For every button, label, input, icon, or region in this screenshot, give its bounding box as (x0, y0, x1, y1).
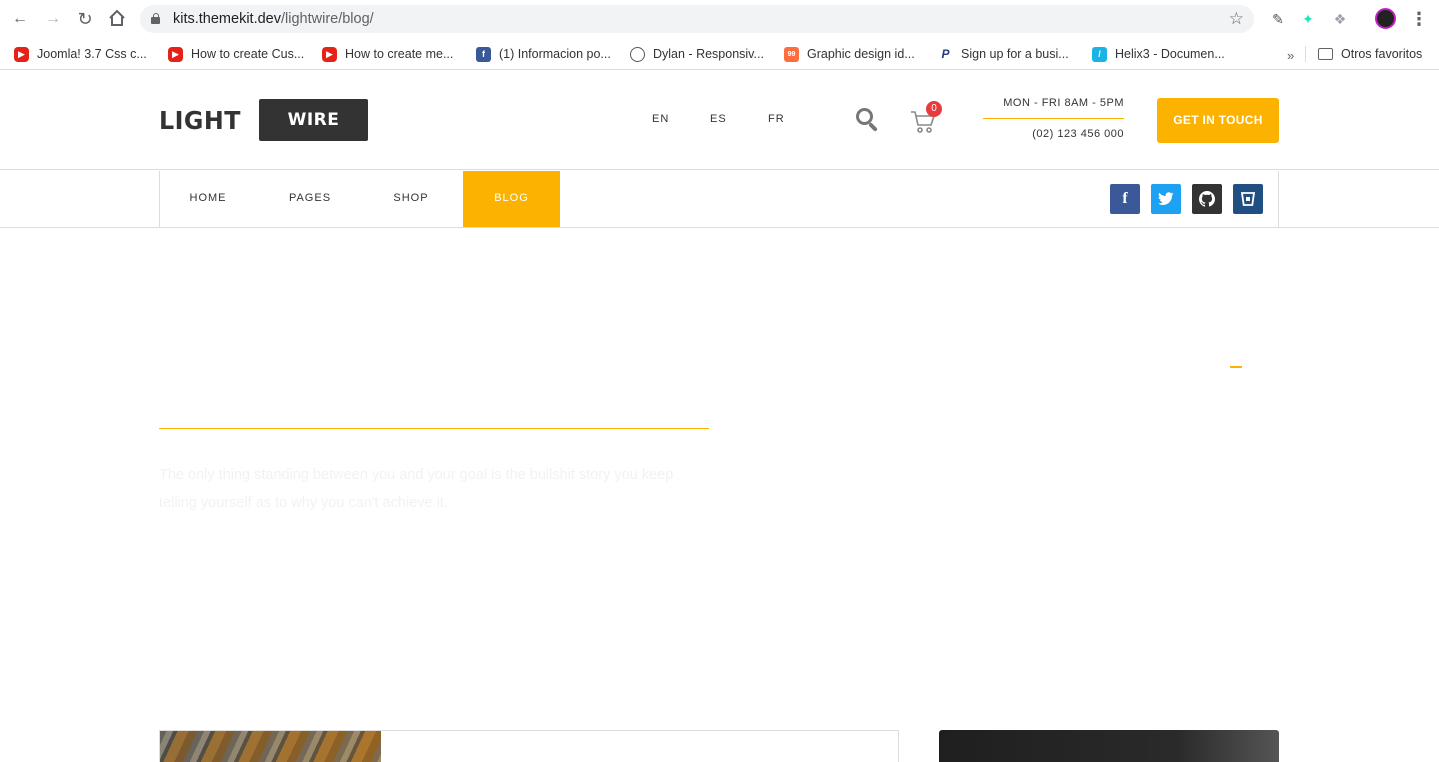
99designs-icon: 99 (784, 46, 799, 62)
bookmark-star-icon[interactable]: ☆ (1229, 9, 1244, 29)
blog-post-thumbnail[interactable] (160, 731, 381, 762)
bookmarks-more-button[interactable]: » (1287, 48, 1294, 63)
language-en[interactable]: EN (652, 113, 669, 125)
cart-count-badge: 0 (926, 101, 942, 117)
site-header: LIGHT WIRE EN ES FR 0 MON - FRI 8AM - 5P… (0, 70, 1439, 170)
github-icon[interactable] (1192, 184, 1222, 214)
bookmark-item[interactable]: ▶ Joomla! 3.7 Css c... (14, 44, 147, 64)
home-icon[interactable] (107, 9, 127, 29)
business-hours: MON - FRI 8AM - 5PM (1003, 97, 1124, 109)
browser-toolbar: ← → ↻ kits.themekit.dev/lightwire/blog/ … (0, 0, 1439, 38)
bitbucket-icon[interactable] (1233, 184, 1263, 214)
bookmark-item[interactable]: ▶ How to create Cus... (168, 44, 304, 64)
reload-icon[interactable]: ↻ (75, 9, 95, 29)
profile-avatar[interactable] (1375, 8, 1396, 29)
search-icon[interactable] (856, 108, 880, 132)
hero-quote: The only thing standing between you and … (159, 467, 674, 511)
helix-icon: / (1092, 46, 1107, 62)
get-in-touch-button[interactable]: GET IN TOUCH (1157, 98, 1279, 143)
bookmark-item[interactable]: f (1) Informacion po... (476, 44, 611, 64)
youtube-icon: ▶ (14, 46, 29, 62)
forward-arrow-icon[interactable]: → (43, 9, 63, 29)
dropbox-extension-icon[interactable]: ❖ (1330, 9, 1350, 29)
globe-icon (630, 46, 645, 62)
bookmarks-divider (1305, 46, 1306, 62)
facebook-icon: f (476, 46, 491, 62)
nav-item-blog[interactable]: BLOG (463, 171, 560, 227)
youtube-icon: ▶ (168, 46, 183, 62)
address-bar[interactable]: kits.themekit.dev/lightwire/blog/ ☆ (140, 5, 1254, 33)
hero-title (159, 300, 709, 420)
bookmark-item[interactable]: P Sign up for a busi... (938, 44, 1069, 64)
phone-number: (02) 123 456 000 (1032, 128, 1124, 140)
language-es[interactable]: ES (710, 113, 727, 125)
bookmark-item[interactable]: / Helix3 - Documen... (1092, 44, 1225, 64)
logo-text-wire[interactable]: WIRE (259, 99, 368, 141)
hours-divider (983, 118, 1124, 119)
bookmark-item[interactable]: ▶ How to create me... (322, 44, 453, 64)
folder-icon (1318, 48, 1333, 60)
paypal-icon: P (938, 46, 953, 62)
hero-accent-dash (1230, 366, 1242, 368)
eyedropper-extension-icon[interactable]: ✎ (1268, 9, 1288, 29)
nav-item-pages[interactable]: PAGES (262, 171, 358, 227)
youtube-icon: ▶ (322, 46, 337, 62)
nav-divider (1278, 171, 1279, 227)
lock-icon (151, 13, 160, 24)
bookmark-item[interactable]: Dylan - Responsiv... (630, 44, 764, 64)
url-text: kits.themekit.dev/lightwire/blog/ (173, 11, 374, 27)
nav-item-shop[interactable]: SHOP (363, 171, 459, 227)
back-arrow-icon[interactable]: ← (10, 9, 30, 29)
hero-divider (159, 428, 709, 429)
facebook-icon[interactable]: f (1110, 184, 1140, 214)
sidebar-dark-card (939, 730, 1279, 762)
main-navigation: HOME PAGES SHOP BLOG f (0, 171, 1439, 228)
bookmarks-bar: ▶ Joomla! 3.7 Css c... ▶ How to create Cus… (0, 38, 1439, 70)
logo-text-light[interactable]: LIGHT (159, 106, 241, 135)
nav-item-home[interactable]: HOME (160, 171, 256, 227)
other-bookmarks-folder[interactable]: Otros favoritos (1318, 44, 1422, 64)
chrome-menu-icon[interactable]: ⋮ (1410, 8, 1428, 30)
bookmark-item[interactable]: 99 Graphic design id... (784, 44, 915, 64)
hummingbird-extension-icon[interactable]: ✦ (1298, 9, 1318, 29)
language-fr[interactable]: FR (768, 113, 785, 125)
twitter-icon[interactable] (1151, 184, 1181, 214)
